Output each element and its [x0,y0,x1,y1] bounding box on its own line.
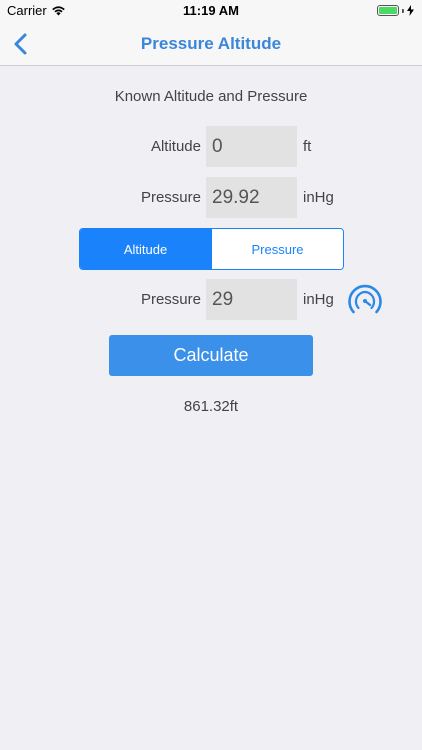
pressure-label: Pressure [140,189,201,206]
gauge-icon [348,284,382,314]
known-pressure-input[interactable] [206,177,297,218]
target-pressure-label: Pressure [140,291,201,308]
charging-bolt-icon [407,5,414,16]
navigation-bar: Pressure Altitude [0,22,422,66]
known-section-title: Known Altitude and Pressure [114,88,308,105]
altitude-unit: ft [303,138,312,155]
status-bar: Carrier 11:19 AM [0,0,422,22]
battery-icon [377,5,414,16]
known-altitude-input[interactable] [206,126,297,167]
status-time: 11:19 AM [183,3,239,18]
result-value: 861.32ft [183,398,239,415]
altitude-label: Altitude [150,138,201,155]
page-title: Pressure Altitude [140,34,282,53]
pressure-unit: inHg [303,189,334,206]
target-pressure-input[interactable] [206,279,297,320]
segment-altitude[interactable]: Altitude [80,229,211,269]
calculate-button[interactable]: Calculate [109,335,313,376]
gauge-button[interactable] [346,282,384,318]
target-pressure-unit: inHg [303,291,334,308]
segment-pressure[interactable]: Pressure [211,229,343,269]
mode-segmented-control: Altitude Pressure [79,228,344,270]
